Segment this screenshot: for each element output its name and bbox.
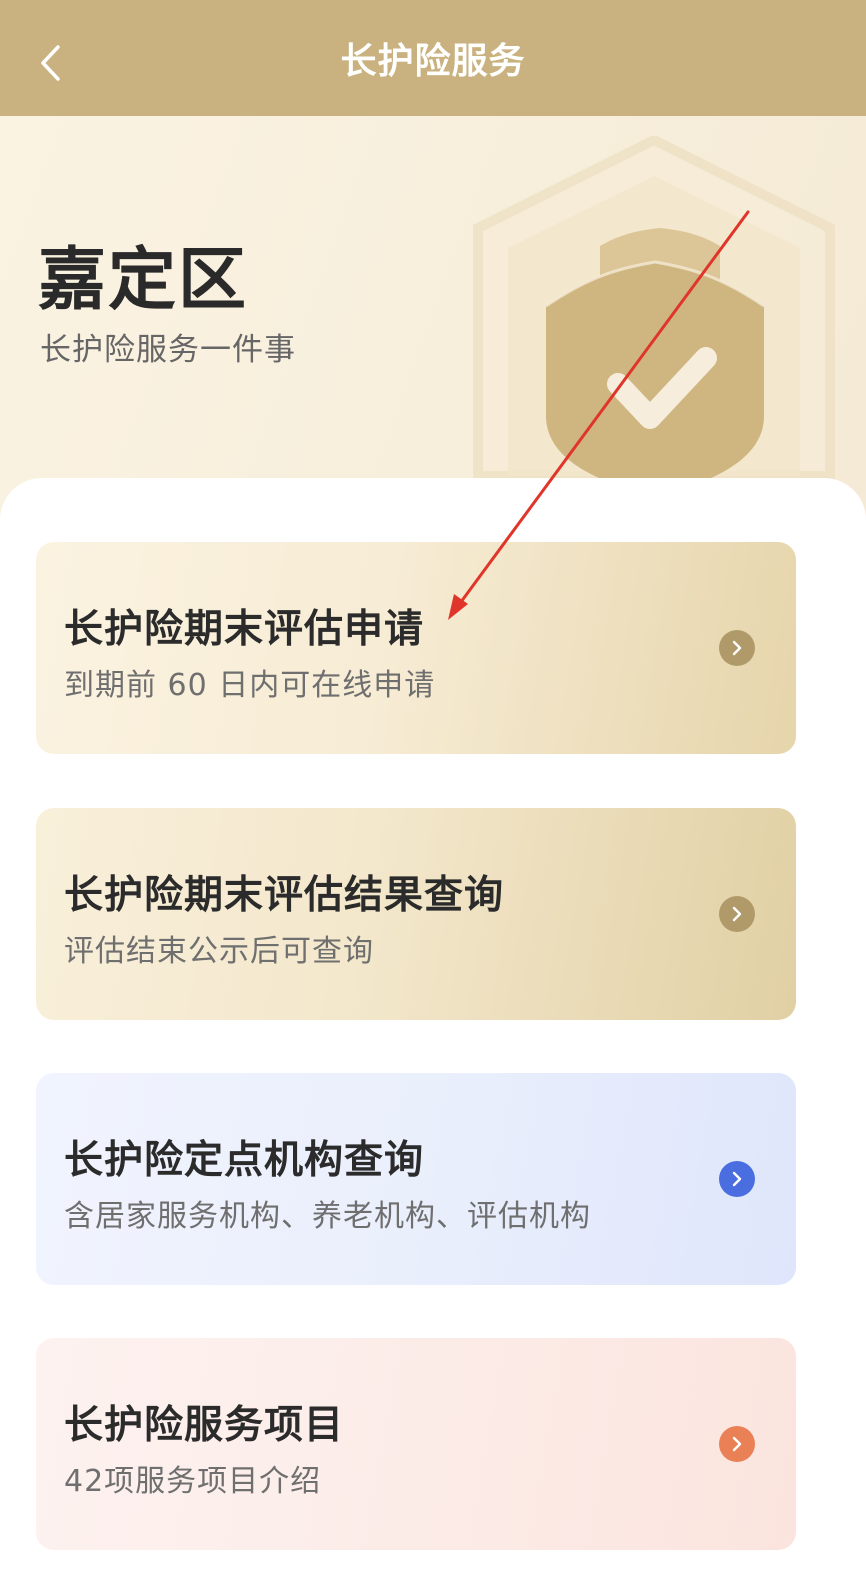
back-button[interactable] — [22, 30, 78, 96]
card-desc: 含居家服务机构、养老机构、评估机构 — [64, 1199, 591, 1234]
card-assessment-apply[interactable]: 长护险期末评估申请 到期前 60 日内可在线申请 — [36, 542, 796, 754]
card-institution-query[interactable]: 长护险定点机构查询 含居家服务机构、养老机构、评估机构 — [36, 1073, 796, 1285]
hero-subtitle: 长护险服务一件事 — [40, 332, 296, 368]
card-desc: 42项服务项目介绍 — [64, 1464, 322, 1499]
district-title: 嘉定区 — [38, 241, 249, 320]
card-title: 长护险定点机构查询 — [64, 1138, 425, 1183]
page-title: 长护险服务 — [340, 41, 526, 82]
card-title: 长护险服务项目 — [64, 1403, 345, 1448]
shield-check-icon — [473, 136, 835, 496]
navbar: 长护险服务 — [0, 0, 866, 116]
card-title: 长护险期末评估申请 — [64, 607, 425, 652]
hero-banner: 嘉定区 长护险服务一件事 — [0, 116, 866, 536]
chevron-right-icon — [719, 896, 755, 932]
card-title: 长护险期末评估结果查询 — [64, 873, 505, 918]
chevron-right-icon — [719, 1426, 755, 1462]
chevron-left-icon — [41, 45, 60, 81]
chevron-right-icon — [719, 630, 755, 666]
page: 长护险服务 嘉定区 长护险服务一件事 长护险期末评估申请 到期前 60 日内可在… — [0, 0, 866, 1575]
chevron-right-icon — [719, 1161, 755, 1197]
card-desc: 到期前 60 日内可在线申请 — [64, 668, 436, 703]
card-assessment-result[interactable]: 长护险期末评估结果查询 评估结束公示后可查询 — [36, 808, 796, 1020]
card-desc: 评估结束公示后可查询 — [64, 934, 374, 969]
card-service-items[interactable]: 长护险服务项目 42项服务项目介绍 — [36, 1338, 796, 1550]
